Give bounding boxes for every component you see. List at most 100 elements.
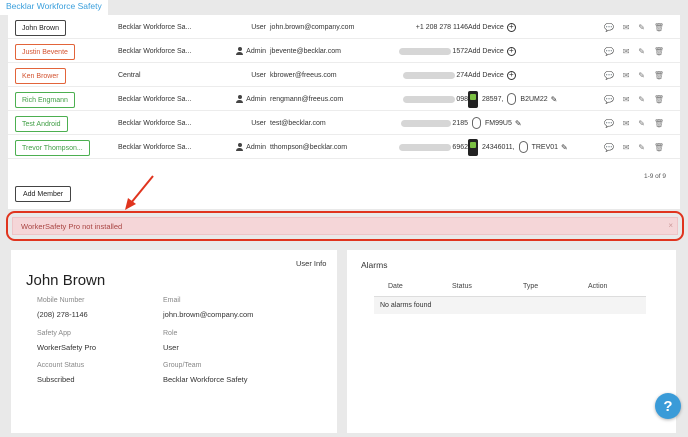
member-name-button[interactable]: Rich Engmann	[15, 92, 75, 108]
edit-icon[interactable]: ✎	[638, 47, 645, 56]
device-id: B2UM22	[520, 95, 548, 103]
table-row: Test Android Becklar Workforce Sa... User t…	[8, 111, 680, 135]
trash-icon[interactable]: 🗑	[654, 143, 664, 152]
row-actions: 💬 ✉ ✎ 🗑	[604, 111, 664, 135]
add-device-link[interactable]: Add Device	[468, 72, 504, 79]
member-role: User	[251, 119, 266, 127]
edit-icon[interactable]: ✎	[638, 95, 645, 104]
redacted-phone	[401, 119, 452, 127]
add-device-link[interactable]: Add Device	[468, 48, 504, 55]
comment-icon[interactable]: 💬	[604, 23, 614, 32]
row-actions: 💬 ✉ ✎ 🗑	[604, 135, 664, 159]
member-group: Becklar Workforce Sa...	[118, 143, 192, 151]
tab-user-info[interactable]: User Info	[296, 259, 326, 268]
member-name-button[interactable]: Justin Bevente	[15, 44, 75, 60]
comment-icon[interactable]: 💬	[604, 95, 614, 104]
mail-icon[interactable]: ✉	[623, 143, 630, 152]
member-email: test@becklar.com	[270, 119, 326, 127]
member-phone-cell: 098	[368, 87, 468, 111]
comment-icon[interactable]: 💬	[604, 119, 614, 128]
edit-device-icon[interactable]: ✎	[515, 119, 522, 128]
member-group: Becklar Workforce Sa...	[118, 95, 192, 103]
table-row: Ken Brower Central User kbrower@freeus.com 2…	[8, 63, 680, 87]
col-action: Action	[588, 283, 608, 290]
alert-text: WorkerSafety Pro not installed	[21, 221, 123, 231]
mail-icon[interactable]: ✉	[623, 95, 630, 104]
member-name-button[interactable]: Ken Brower	[15, 68, 66, 84]
edit-device-icon[interactable]: ✎	[551, 95, 558, 104]
member-phone-suffix: 1572	[452, 47, 468, 55]
member-phone-cell: 2185	[368, 111, 468, 135]
member-phone-cell: 274	[368, 63, 468, 87]
member-phone-suffix: 6962	[452, 143, 468, 151]
add-member-button[interactable]: Add Member	[15, 186, 72, 202]
member-phone-suffix: 098	[456, 95, 468, 103]
member-phone-cell: 6962	[368, 135, 468, 159]
close-icon[interactable]: ×	[668, 221, 673, 230]
mail-icon[interactable]: ✉	[623, 71, 630, 80]
member-role-cell: Admin	[218, 87, 266, 111]
member-email: rengmann@freeus.com	[270, 95, 344, 103]
member-name-button[interactable]: John Brown	[15, 20, 66, 36]
email-value: john.brown@company.com	[163, 310, 254, 319]
admin-user-icon	[236, 143, 244, 151]
breadcrumb[interactable]: Becklar Workforce Safety	[0, 0, 108, 15]
device-id: TREV01	[531, 143, 559, 151]
member-role-cell: Admin	[218, 135, 266, 159]
col-type: Type	[523, 283, 539, 290]
edit-icon[interactable]: ✎	[638, 23, 645, 32]
member-name-button[interactable]: Test Android	[15, 116, 68, 132]
mail-icon[interactable]: ✉	[623, 23, 630, 32]
trash-icon[interactable]: 🗑	[654, 71, 664, 80]
device-phone-icon	[468, 138, 478, 156]
member-device-cell: 24346011, TREV01 ✎	[468, 135, 568, 159]
member-phone-suffix: 274	[456, 71, 468, 79]
trash-icon[interactable]: 🗑	[654, 119, 664, 128]
device-id: 28597,	[482, 95, 504, 103]
plus-circle-icon[interactable]: +	[506, 70, 516, 80]
member-role: Admin	[246, 47, 266, 55]
safety-app-value: WorkerSafety Pro	[37, 343, 97, 352]
member-device-cell: Add Device +	[468, 63, 516, 87]
edit-device-icon[interactable]: ✎	[561, 143, 568, 152]
row-actions: 💬 ✉ ✎ 🗑	[604, 15, 664, 39]
edit-icon[interactable]: ✎	[638, 143, 645, 152]
role-label: Role	[163, 330, 178, 337]
edit-icon[interactable]: ✎	[638, 71, 645, 80]
col-status: Status	[452, 283, 472, 290]
member-phone-cell: 1572	[368, 39, 468, 63]
help-button[interactable]: ?	[655, 393, 681, 419]
col-date: Date	[388, 283, 403, 290]
user-name: John Brown	[26, 272, 106, 289]
plus-circle-icon[interactable]: +	[506, 46, 516, 56]
member-email: john.brown@company.com	[270, 23, 355, 31]
mail-icon[interactable]: ✉	[623, 119, 630, 128]
group-team-value: Becklar Workforce Safety	[163, 375, 248, 384]
member-role-cell: User	[218, 15, 266, 39]
member-phone-cell: +1 208 278 1146	[368, 15, 468, 39]
alarms-title: Alarms	[361, 260, 388, 270]
mail-icon[interactable]: ✉	[623, 47, 630, 56]
add-device-link[interactable]: Add Device	[468, 24, 504, 31]
member-name-button[interactable]: Trevor Thompson...	[15, 140, 90, 156]
trash-icon[interactable]: 🗑	[654, 23, 664, 32]
safety-app-label: Safety App	[37, 330, 71, 337]
comment-icon[interactable]: 💬	[604, 71, 614, 80]
member-phone-suffix: 2185	[452, 119, 468, 127]
table-row: John Brown Becklar Workforce Sa... User joh…	[8, 15, 680, 39]
device-phone-icon	[468, 90, 478, 108]
device-pendant-icon	[518, 141, 528, 153]
redacted-phone	[403, 71, 456, 79]
edit-icon[interactable]: ✎	[638, 119, 645, 128]
comment-icon[interactable]: 💬	[604, 143, 614, 152]
email-label: Email	[163, 297, 181, 304]
member-phone: +1 208 278 1146	[415, 23, 468, 31]
trash-icon[interactable]: 🗑	[654, 95, 664, 104]
trash-icon[interactable]: 🗑	[654, 47, 664, 56]
comment-icon[interactable]: 💬	[604, 47, 614, 56]
alert-banner: WorkerSafety Pro not installed ×	[12, 217, 678, 235]
member-group: Becklar Workforce Sa...	[118, 47, 192, 55]
admin-user-icon	[236, 95, 244, 103]
members-panel: John Brown Becklar Workforce Sa... User joh…	[8, 15, 680, 209]
plus-circle-icon[interactable]: +	[506, 22, 516, 32]
